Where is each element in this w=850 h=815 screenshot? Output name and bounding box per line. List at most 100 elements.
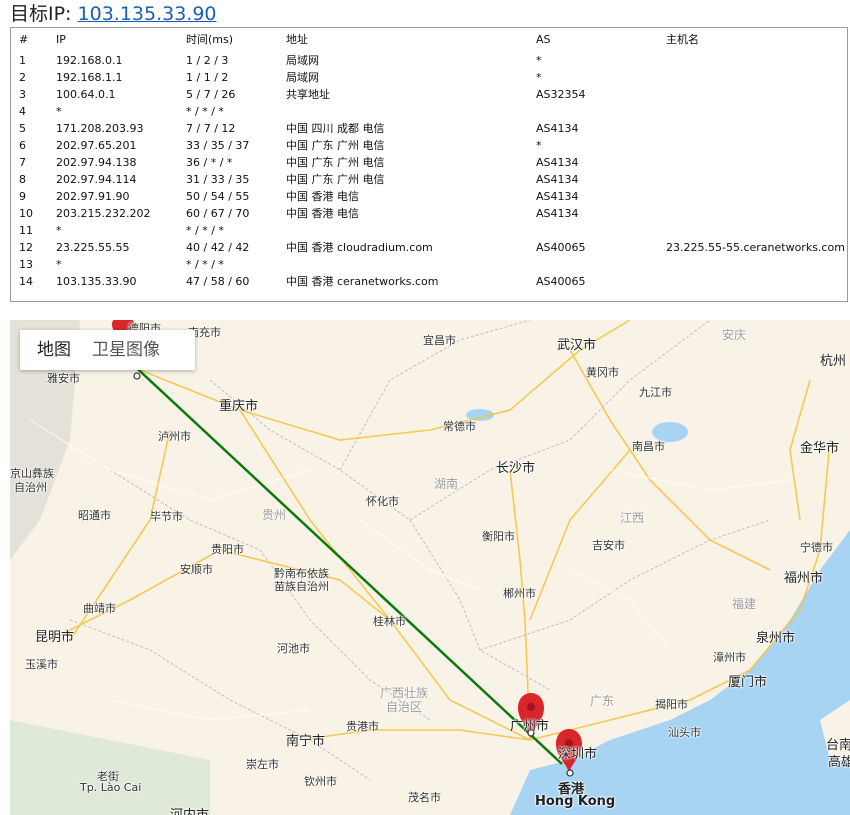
hop-time: 1 / 1 / 2 — [186, 71, 229, 84]
hop-number: 2 — [19, 71, 26, 84]
column-header-address: 地址 — [286, 33, 308, 46]
map-label: 漳州市 — [713, 651, 746, 664]
hop-hostname — [666, 52, 847, 69]
map-label: 河池市 — [277, 642, 310, 655]
hop-address: 中国 广东 广州 电信 — [286, 156, 385, 169]
hop-address — [286, 256, 536, 273]
hop-number: 11 — [19, 224, 33, 237]
hop-number: 10 — [19, 207, 33, 220]
column-header-hop: # — [19, 33, 29, 46]
table-row: 11 * * / * / * — [11, 222, 847, 239]
hop-address — [286, 222, 536, 239]
hop-number: 7 — [19, 156, 26, 169]
hop-number: 6 — [19, 139, 26, 152]
map-label: 河内市 — [170, 804, 209, 815]
column-header-as: AS — [536, 33, 551, 46]
map-label: 茂名市 — [408, 791, 441, 804]
map-label: 重庆市 — [219, 399, 259, 414]
hop-as: AS40065 — [536, 275, 586, 288]
table-row: 12 23.225.55.55 40 / 42 / 42 中国 香港 cloudrad… — [11, 239, 847, 256]
hop-number: 9 — [19, 190, 26, 203]
map-label: 常德市 — [443, 420, 476, 433]
route-node-chengdu — [133, 372, 141, 380]
route-map[interactable]: 德阳市 南充市 宜昌市 武汉市 安庆 杭州 雅安市 黄冈市 九江市 重庆市 常德… — [10, 320, 850, 815]
hop-number: 5 — [19, 122, 26, 135]
map-label: 安庆 — [722, 328, 747, 342]
tab-map[interactable]: 地图 — [20, 330, 86, 370]
hop-ip: 100.64.0.1 — [56, 88, 116, 101]
map-label: 安顺市 — [180, 563, 213, 576]
hop-address: 中国 香港 电信 — [286, 207, 359, 220]
map-label: 泸州市 — [158, 430, 191, 443]
hop-as: AS40065 — [536, 241, 586, 254]
hop-number: 13 — [19, 258, 33, 271]
traceroute-panel: # IP 时间(ms) 地址 AS 主机名 1 192.168.0.1 1 / 2 … — [10, 27, 848, 302]
hop-number: 4 — [19, 105, 26, 118]
hop-hostname — [666, 222, 847, 239]
map-label: 杭州 — [820, 354, 847, 369]
map-label: 广州市 — [510, 719, 550, 734]
hop-time: * / * / * — [186, 224, 224, 237]
map-label: 宁德市 — [800, 541, 833, 554]
map-label: 曲靖市 — [83, 602, 116, 615]
hop-number: 3 — [19, 88, 26, 101]
hop-hostname — [666, 188, 847, 205]
hop-address: 中国 广东 广州 电信 — [286, 139, 385, 152]
hop-hostname — [666, 120, 847, 137]
hop-hostname — [666, 273, 847, 290]
map-label: 怀化市 — [366, 495, 399, 508]
table-row: 10 203.215.232.202 60 / 67 / 70 中国 香港 电信 AS4… — [11, 205, 847, 222]
hop-hostname — [666, 205, 847, 222]
table-row: 8 202.97.94.114 31 / 33 / 35 中国 广东 广州 电信 AS4… — [11, 171, 847, 188]
table-row: 6 202.97.65.201 33 / 35 / 37 中国 广东 广州 电信 * — [11, 137, 847, 154]
tab-satellite[interactable]: 卫星图像 — [86, 330, 175, 370]
hop-hostname — [666, 86, 847, 103]
table-row: 2 192.168.1.1 1 / 1 / 2 局域网 * — [11, 69, 847, 86]
traceroute-table: # IP 时间(ms) 地址 AS 主机名 1 192.168.0.1 1 / 2 … — [11, 28, 847, 290]
map-label: 宜昌市 — [423, 334, 456, 347]
column-header-time: 时间(ms) — [186, 33, 234, 46]
map-label: 湖南 — [434, 477, 459, 491]
map-label: 南宁市 — [286, 734, 326, 749]
hop-ip: 202.97.94.114 — [56, 173, 137, 186]
table-row: 1 192.168.0.1 1 / 2 / 3 局域网 * — [11, 52, 847, 69]
hop-hostname — [666, 137, 847, 154]
map-label: 福建 — [732, 597, 757, 611]
hop-time: 50 / 54 / 55 — [186, 190, 250, 203]
map-label: 深圳市 — [558, 747, 598, 762]
hop-address: 中国 四川 成都 电信 — [286, 122, 385, 135]
hop-hostname — [666, 154, 847, 171]
hop-as — [536, 256, 666, 273]
hop-address: 局域网 — [286, 71, 319, 84]
map-label: 昆明市 — [35, 630, 75, 645]
hop-ip: 202.97.94.138 — [56, 156, 137, 169]
target-ip-label: 目标IP: — [10, 3, 72, 25]
hop-number: 1 — [19, 54, 26, 67]
hop-number: 8 — [19, 173, 26, 186]
map-label: 崇左市 — [246, 758, 279, 771]
table-row: 4 * * / * / * — [11, 103, 847, 120]
hop-as: AS4134 — [536, 207, 579, 220]
hop-hostname — [666, 256, 847, 273]
hop-as: AS4134 — [536, 190, 579, 203]
table-row: 9 202.97.91.90 50 / 54 / 55 中国 香港 电信 AS4134 — [11, 188, 847, 205]
table-header-row: # IP 时间(ms) 地址 AS 主机名 — [11, 28, 847, 52]
map-label: 桂林市 — [373, 615, 406, 628]
map-label: 厦门市 — [728, 675, 768, 690]
hop-as: AS32354 — [536, 88, 586, 101]
map-label: 玉溪市 — [25, 658, 58, 671]
map-label: 毕节市 — [150, 510, 183, 523]
hop-time: 1 / 2 / 3 — [186, 54, 229, 67]
hop-hostname — [666, 103, 847, 120]
hop-address: 共享地址 — [286, 88, 330, 101]
target-ip-title: 目标IP: 103.135.33.90 — [10, 2, 217, 26]
map-label: 广东 — [590, 694, 615, 708]
map-label: 金华市 — [800, 441, 840, 456]
map-label: 贵州 — [262, 508, 287, 522]
hop-ip: 23.225.55.55 — [56, 241, 130, 254]
map-label: 衡阳市 — [482, 530, 515, 543]
target-ip-link[interactable]: 103.135.33.90 — [78, 3, 217, 25]
hop-ip: 202.97.65.201 — [56, 139, 137, 152]
map-label: 高雄 — [828, 755, 850, 770]
hop-hostname — [666, 69, 847, 86]
